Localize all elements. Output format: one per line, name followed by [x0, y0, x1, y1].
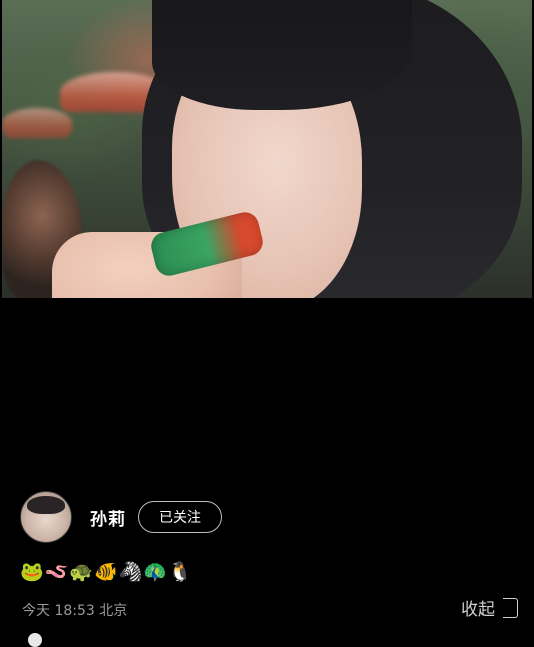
follow-button[interactable]: 已关注 — [138, 501, 222, 533]
author-name[interactable]: 孙莉 — [90, 505, 126, 530]
avatar[interactable] — [20, 491, 72, 543]
background-umbrella — [2, 108, 72, 138]
panel-collapse-icon[interactable] — [503, 597, 518, 618]
collapse-button[interactable]: 收起 — [461, 595, 518, 620]
progress-dot[interactable] — [28, 633, 42, 647]
author-row: 孙莉 已关注 — [20, 491, 222, 543]
post-meta: 今天 18:53 北京 — [22, 603, 128, 619]
video-frame[interactable] — [2, 0, 532, 298]
collapse-label[interactable]: 收起 — [461, 595, 495, 620]
post-caption: 🐸🪱🐢🐠🦓🦚🐧 — [20, 561, 193, 583]
